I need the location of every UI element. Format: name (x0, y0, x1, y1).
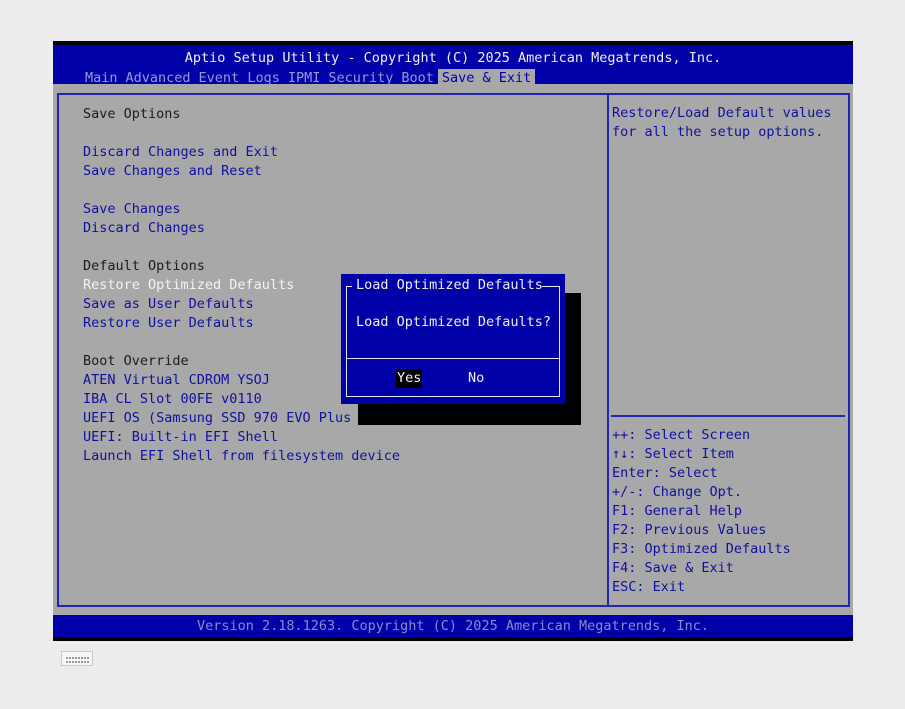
menu-item-restore-optimized-defaults[interactable]: Restore Optimized Defaults (83, 276, 294, 295)
boot-item-efi-shell[interactable]: UEFI: Built-in EFI Shell (83, 428, 278, 447)
boot-item-iba-cl[interactable]: IBA CL Slot 00FE v0110 (83, 390, 262, 409)
panel-divider-horizontal (611, 415, 845, 417)
tab-main[interactable]: Main (81, 69, 122, 88)
section-save-options: Save Options (83, 106, 181, 122)
footer-bar: Version 2.18.1263. Copyright (C) 2025 Am… (53, 615, 853, 641)
panel-divider-vertical (607, 93, 609, 607)
dialog-yes-button[interactable]: Yes (396, 369, 423, 388)
header-bar: Aptio Setup Utility - Copyright (C) 2025… (53, 41, 853, 88)
section-default-options: Default Options (83, 258, 205, 274)
tab-ipmi[interactable]: IPMI (284, 69, 325, 88)
dialog-border (346, 286, 347, 397)
help-text-line-1: Restore/Load Default values (612, 105, 832, 121)
version-text: Version 2.18.1263. Copyright (C) 2025 Am… (196, 618, 710, 634)
confirm-dialog: Load Optimized Defaults Load Optimized D… (341, 274, 565, 404)
key-hint-f3: F3: Optimized Defaults (612, 541, 791, 557)
key-hint-change-opt: +/-: Change Opt. (612, 484, 743, 500)
keyboard-icon-glyph (66, 657, 89, 663)
dialog-message: Load Optimized Defaults? (356, 314, 552, 330)
section-boot-override: Boot Override (83, 353, 189, 369)
key-hint-f2: F2: Previous Values (612, 522, 767, 538)
menu-item-save-user-defaults[interactable]: Save as User Defaults (83, 295, 254, 314)
dialog-title: Load Optimized Defaults (356, 277, 543, 293)
dialog-border (346, 286, 352, 287)
menu-item-save-changes[interactable]: Save Changes (83, 200, 181, 219)
help-text-line-2: for all the setup options. (612, 124, 824, 140)
menu-item-discard-changes[interactable]: Discard Changes (83, 219, 205, 238)
tab-boot[interactable]: Boot (397, 69, 438, 88)
key-hint-esc: ESC: Exit (612, 579, 686, 595)
tab-security[interactable]: Security (324, 69, 397, 88)
boot-item-aten-cdrom[interactable]: ATEN Virtual CDROM YSOJ (83, 371, 270, 390)
tab-bar: Main Advanced Event Logs IPMI Security B… (81, 69, 536, 88)
boot-item-uefi-os-samsung[interactable]: UEFI OS (Samsung SSD 970 EVO Plus 2 (83, 409, 367, 428)
key-hint-select-item: ↑↓: Select Item (612, 446, 734, 462)
keyboard-icon[interactable] (61, 651, 93, 666)
tab-event-logs[interactable]: Event Logs (195, 69, 284, 88)
menu-item-restore-user-defaults[interactable]: Restore User Defaults (83, 314, 254, 333)
dialog-border (346, 396, 560, 397)
app-title: Aptio Setup Utility - Copyright (C) 2025… (184, 50, 722, 66)
dialog-border (542, 286, 560, 287)
dialog-border (559, 286, 560, 397)
menu-item-save-and-reset[interactable]: Save Changes and Reset (83, 162, 262, 181)
tab-advanced[interactable]: Advanced (122, 69, 195, 88)
key-hint-f4: F4: Save & Exit (612, 560, 734, 576)
dialog-no-button[interactable]: No (468, 369, 484, 388)
key-hint-select-screen: ++: Select Screen (612, 427, 751, 443)
boot-item-launch-efi-shell[interactable]: Launch EFI Shell from filesystem device (83, 447, 400, 466)
dialog-separator (346, 358, 560, 359)
key-hint-enter: Enter: Select (612, 465, 718, 481)
bios-screen: Aptio Setup Utility - Copyright (C) 2025… (53, 41, 853, 641)
key-hint-f1: F1: General Help (612, 503, 743, 519)
tab-save-exit[interactable]: Save & Exit (437, 69, 536, 88)
menu-item-discard-and-exit[interactable]: Discard Changes and Exit (83, 143, 278, 162)
